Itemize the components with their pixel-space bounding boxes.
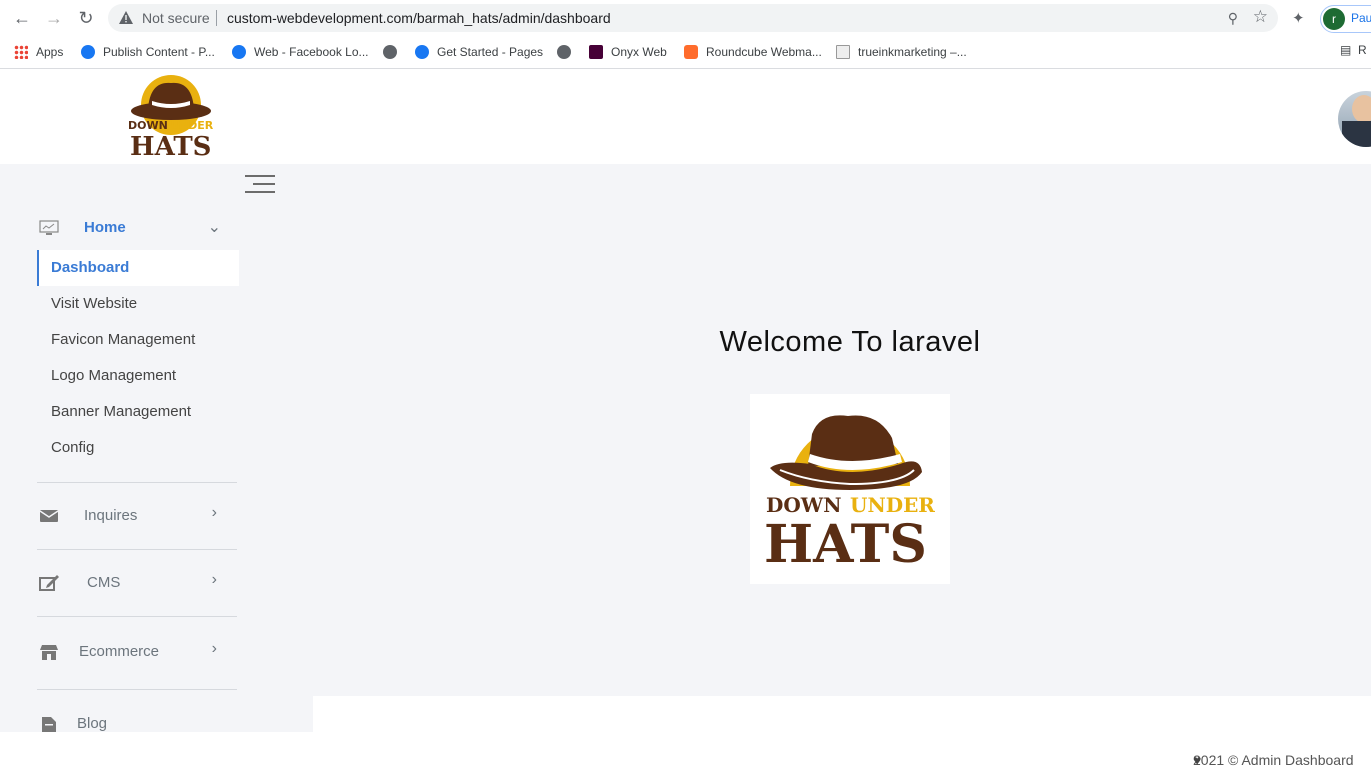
bookmarks-bar: Apps Publish Content - P... Web - Facebo… — [0, 36, 1371, 69]
reading-list-button[interactable]: ▤ R — [1340, 43, 1367, 57]
adobe-xd-icon — [589, 45, 603, 59]
star-icon[interactable]: ☆ — [1253, 7, 1268, 27]
sidebar-item-blog[interactable]: Blog — [37, 707, 237, 741]
key-icon[interactable]: ⚲ — [1228, 10, 1238, 27]
site-header: DOWN UNDER HATS — [0, 69, 1371, 164]
chevron-down-icon: ⌄ — [207, 219, 221, 236]
logo-text-under: UNDER — [170, 119, 214, 132]
address-bar[interactable]: Not secure custom-webdevelopment.com/bar… — [108, 4, 1278, 32]
profile-name: Pau — [1351, 11, 1371, 25]
main-logo-text-hats: HATS — [764, 514, 927, 575]
chevron-right-icon: › — [211, 640, 217, 657]
file-icon — [42, 717, 56, 732]
envelope-icon — [39, 510, 59, 522]
sidebar-inquires-label: Inquires — [84, 507, 138, 524]
reload-icon[interactable]: ↻ — [76, 8, 96, 28]
sidebar-item-visit-website[interactable]: Visit Website — [37, 286, 237, 322]
globe-icon — [557, 45, 571, 59]
bookmark-globe-2[interactable] — [557, 43, 579, 61]
sidebar-item-logo-management[interactable]: Logo Management — [37, 358, 237, 394]
back-icon[interactable]: ← — [12, 8, 32, 28]
sidebar-divider — [37, 549, 237, 550]
facebook-icon — [415, 45, 429, 59]
trueink-icon — [836, 45, 850, 59]
header-logo[interactable]: DOWN UNDER HATS — [124, 71, 218, 159]
sidebar-item-banner-management[interactable]: Banner Management — [37, 394, 237, 430]
url-text[interactable]: custom-webdevelopment.com/barmah_hats/ad… — [227, 10, 611, 26]
chevron-right-icon: › — [211, 571, 217, 588]
edit-icon — [39, 575, 59, 591]
bookmark-globe[interactable] — [383, 43, 405, 61]
sidebar-blog-label: Blog — [77, 715, 108, 732]
cpanel-icon — [684, 45, 698, 59]
browser-toolbar: ← → ↻ Not secure custom-webdevelopment.c… — [0, 0, 1371, 36]
sidebar-item-config[interactable]: Config — [37, 430, 237, 466]
sidebar-item-home[interactable]: Home ⌄ — [37, 211, 237, 245]
apps-grid-icon — [14, 45, 28, 59]
welcome-heading: Welcome To laravel — [719, 326, 981, 358]
sidebar-divider — [37, 482, 237, 483]
bookmark-web-facebook[interactable]: Web - Facebook Lo... — [232, 43, 369, 61]
sidebar-ecommerce-label: Ecommerce — [79, 643, 160, 660]
bookmark-onyx-web[interactable]: Onyx Web — [589, 43, 667, 61]
sidebar-item-cms[interactable]: CMS › — [37, 566, 237, 600]
bookmark-roundcube[interactable]: Roundcube Webma... — [684, 43, 822, 61]
heart-icon: ♥ — [1193, 752, 1202, 768]
store-icon — [40, 645, 58, 660]
sidebar-divider — [37, 616, 237, 617]
main-logo-image: DOWN UNDER HATS — [750, 394, 950, 584]
globe-icon — [383, 45, 397, 59]
security-label[interactable]: Not secure — [142, 10, 210, 26]
sidebar-item-favicon-management[interactable]: Favicon Management — [37, 322, 237, 358]
logo-text-down: DOWN — [128, 119, 168, 132]
reading-list-icon: ▤ — [1340, 43, 1352, 57]
sidebar-home-label: Home — [84, 219, 126, 236]
chevron-right-icon: › — [211, 504, 217, 521]
sidebar-item-ecommerce[interactable]: Ecommerce › — [37, 635, 237, 669]
bookmark-get-started[interactable]: Get Started - Pages — [415, 43, 543, 61]
facebook-icon — [232, 45, 246, 59]
bookmark-trueink[interactable]: trueinkmarketing –... — [836, 43, 967, 61]
warning-icon[interactable] — [118, 10, 134, 26]
sidebar-item-inquires[interactable]: Inquires › — [37, 499, 237, 533]
sidebar-item-dashboard[interactable]: Dashboard — [37, 250, 239, 286]
profile-button[interactable]: r Pau — [1320, 5, 1371, 33]
bookmark-publish-content[interactable]: Publish Content - P... — [81, 43, 215, 61]
user-avatar[interactable] — [1338, 91, 1371, 147]
sidebar-cms-label: CMS — [87, 574, 121, 591]
logo-text-hats: HATS — [130, 132, 211, 159]
extensions-icon[interactable]: ✦ — [1292, 9, 1305, 27]
bookmark-apps[interactable]: Apps — [14, 43, 63, 61]
monitor-icon — [39, 220, 59, 235]
forward-icon[interactable]: → — [44, 8, 64, 28]
facebook-icon — [81, 45, 95, 59]
hamburger-menu-icon[interactable] — [245, 175, 275, 193]
address-separator — [216, 10, 217, 26]
profile-avatar: r — [1323, 8, 1345, 30]
content-area: Home ⌄ Dashboard Visit Website Favicon M… — [0, 164, 1371, 768]
footer: 2021 © Admin Dashboard ♥ — [313, 696, 1371, 768]
sidebar-divider — [37, 689, 237, 690]
